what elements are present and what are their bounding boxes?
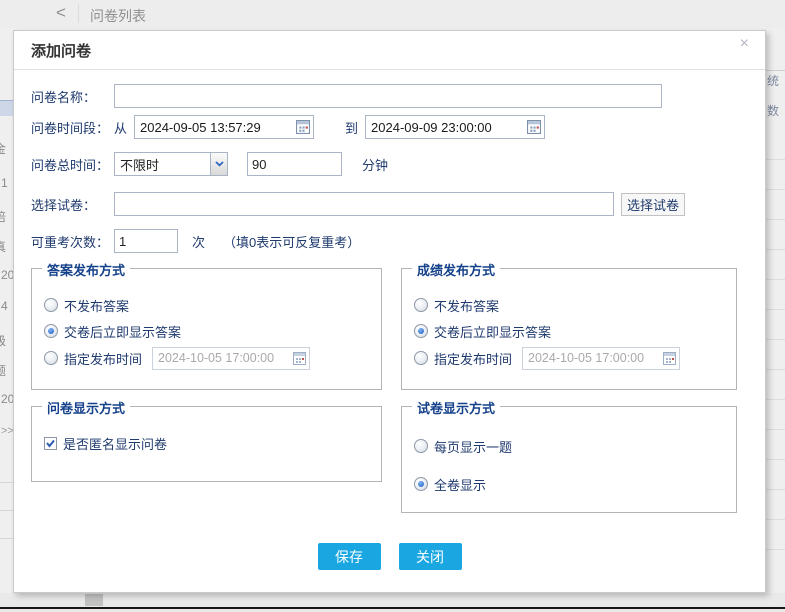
background-text-fragment: >>: [1, 425, 14, 437]
radio-option[interactable]: 全卷显示: [414, 475, 486, 493]
radio-option[interactable]: 交卷后立即显示答案: [414, 322, 551, 340]
time-limit-selected-value: 不限时: [120, 155, 159, 174]
radio-option[interactable]: 不发布答案: [414, 296, 499, 314]
questionnaire-display-group: 问卷显示方式 是否匿名显示问卷: [31, 406, 382, 482]
radio-label: 指定发布时间: [64, 349, 142, 368]
topbar: < 问卷列表: [0, 0, 785, 28]
select-paper-button[interactable]: 选择试卷: [621, 193, 685, 216]
answer-publish-group: 答案发布方式 不发布答案 交卷后立即显示答案 指定发布时间 2024-10-05…: [31, 268, 382, 390]
radio-option[interactable]: 指定发布时间 2024-10-05 17:00:00: [414, 349, 680, 367]
radio-checked-icon[interactable]: [414, 324, 428, 338]
time-limit-select[interactable]: 不限时: [114, 152, 228, 176]
questionnaire-display-group-title: 问卷显示方式: [42, 398, 130, 417]
name-label: 问卷名称：: [31, 87, 114, 106]
radio-icon[interactable]: [414, 351, 428, 365]
radio-option[interactable]: 指定发布时间 2024-10-05 17:00:00: [44, 349, 310, 367]
to-label: 到: [345, 118, 358, 137]
radio-label: 交卷后立即显示答案: [434, 322, 551, 341]
background-text-fragment: 真: [0, 238, 6, 255]
background-text-fragment: 级: [0, 332, 6, 349]
checkbox-option[interactable]: 是否匿名显示问卷: [44, 434, 167, 452]
dialog-title: 添加问卷: [31, 40, 91, 61]
radio-icon[interactable]: [414, 298, 428, 312]
minutes-unit-label: 分钟: [362, 155, 388, 174]
score-publish-date-input[interactable]: 2024-10-05 17:00:00: [522, 347, 680, 370]
checkbox-label: 是否匿名显示问卷: [63, 434, 167, 453]
period-to-value: 2024-09-09 23:00:00: [371, 120, 492, 135]
background-text-fragment: 统: [767, 72, 785, 89]
from-label: 从: [114, 118, 127, 137]
background-table-lines: [0, 455, 13, 565]
background-text-fragment: 培: [0, 208, 6, 225]
radio-option[interactable]: 交卷后立即显示答案: [44, 322, 181, 340]
add-questionnaire-dialog: 添加问卷 × 问卷名称： 问卷时间段： 从 2024-09-05 13:57:2…: [13, 30, 766, 593]
answer-publish-date-input[interactable]: 2024-10-05 17:00:00: [152, 347, 310, 370]
retake-hint: （填0表示可反复重考）: [223, 232, 360, 251]
radio-icon[interactable]: [44, 298, 58, 312]
topbar-divider: [78, 4, 79, 23]
background-text-fragment: 题: [0, 362, 6, 379]
radio-label: 不发布答案: [64, 296, 129, 315]
answer-publish-group-title: 答案发布方式: [42, 260, 130, 279]
radio-label: 交卷后立即显示答案: [64, 322, 181, 341]
field-row-name: 问卷名称：: [31, 84, 662, 108]
radio-label: 不发布答案: [434, 296, 499, 315]
calendar-icon[interactable]: [527, 120, 541, 134]
title-divider: [14, 69, 765, 70]
retake-count-input[interactable]: [114, 229, 178, 253]
background-table-line: [766, 70, 785, 71]
period-to-input[interactable]: 2024-09-09 23:00:00: [365, 115, 545, 139]
screen: < 问卷列表 金 1 培 真 20 4 级 题 20 >> 统 数 添加问卷 ×…: [0, 0, 785, 612]
radio-icon[interactable]: [44, 351, 58, 365]
calendar-icon[interactable]: [296, 120, 310, 134]
background-text-fragment: 金: [0, 140, 6, 157]
chevron-down-icon[interactable]: [210, 153, 227, 175]
score-publish-date-value: 2024-10-05 17:00:00: [528, 351, 644, 365]
field-row-period: 问卷时间段： 从 2024-09-05 13:57:29 到 2024-09-0…: [31, 115, 545, 139]
minutes-input[interactable]: [247, 152, 342, 176]
background-bottom-strip: [0, 593, 785, 612]
period-label: 问卷时间段：: [31, 118, 114, 137]
calendar-icon[interactable]: [293, 352, 306, 365]
close-icon[interactable]: ×: [740, 36, 749, 52]
radio-checked-icon[interactable]: [414, 477, 428, 491]
paper-input[interactable]: [114, 192, 614, 216]
background-text-fragment: 1: [1, 176, 8, 190]
radio-label: 全卷显示: [434, 475, 486, 494]
paper-label: 选择试卷：: [31, 195, 114, 214]
dialog-button-row: 保存 关闭: [14, 543, 765, 570]
score-publish-group: 成绩发布方式 不发布答案 交卷后立即显示答案 指定发布时间 2024-10-05…: [401, 268, 737, 390]
period-from-input[interactable]: 2024-09-05 13:57:29: [134, 115, 314, 139]
checkbox-checked-icon[interactable]: [44, 437, 57, 450]
close-button[interactable]: 关闭: [399, 543, 462, 570]
field-row-total-time: 问卷总时间： 不限时 分钟: [31, 152, 388, 176]
answer-publish-date-value: 2024-10-05 17:00:00: [158, 351, 274, 365]
back-chevron-icon[interactable]: <: [56, 3, 66, 23]
tab-questionnaire-list[interactable]: 问卷列表: [90, 6, 146, 26]
retake-unit-label: 次: [192, 232, 205, 251]
questionnaire-name-input[interactable]: [114, 84, 662, 108]
field-row-retake: 可重考次数： 次 （填0表示可反复重考）: [31, 229, 360, 253]
paper-display-group-title: 试卷显示方式: [412, 398, 500, 417]
paper-display-group: 试卷显示方式 每页显示一题 全卷显示: [401, 406, 737, 513]
period-from-value: 2024-09-05 13:57:29: [140, 120, 261, 135]
background-text-fragment: 数: [767, 102, 785, 119]
background-table-lines: [766, 130, 785, 560]
radio-checked-icon[interactable]: [44, 324, 58, 338]
score-publish-group-title: 成绩发布方式: [412, 260, 500, 279]
radio-label: 每页显示一题: [434, 437, 512, 456]
horizontal-scrollbar-thumb[interactable]: [85, 594, 103, 606]
background-text-fragment: 4: [1, 299, 8, 313]
save-button[interactable]: 保存: [318, 543, 381, 570]
radio-icon[interactable]: [414, 439, 428, 453]
calendar-icon[interactable]: [663, 352, 676, 365]
bottom-border-line: [0, 607, 785, 609]
field-row-paper: 选择试卷： 选择试卷: [31, 192, 685, 216]
radio-option[interactable]: 不发布答案: [44, 296, 129, 314]
radio-label: 指定发布时间: [434, 349, 512, 368]
total-time-label: 问卷总时间：: [31, 155, 114, 174]
background-row-highlight: [0, 100, 13, 116]
radio-option[interactable]: 每页显示一题: [414, 437, 512, 455]
retake-label: 可重考次数：: [31, 232, 114, 251]
